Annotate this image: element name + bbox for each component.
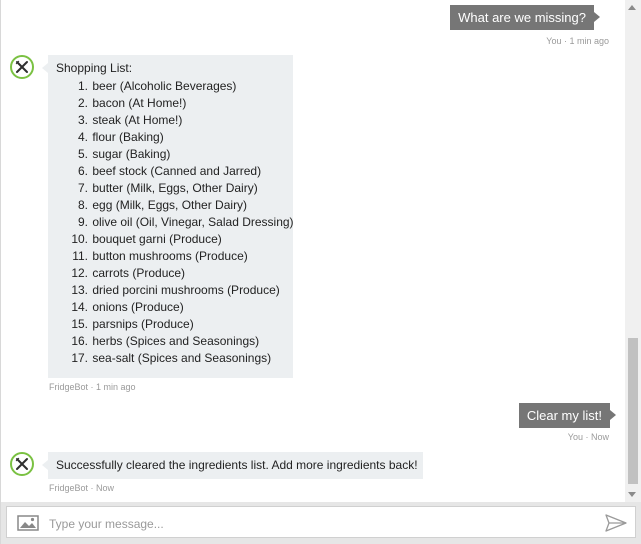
fork-knife-icon — [15, 60, 28, 73]
bot-message-bubble: Shopping List: 1. beer (Alcoholic Bevera… — [42, 55, 294, 378]
list-item: 8. egg (Milk, Eggs, Other Dairy) — [77, 198, 248, 212]
message-meta: FridgeBot · Now — [49, 483, 115, 493]
vertical-scrollbar[interactable] — [625, 0, 641, 502]
list-item: 9. olive oil (Oil, Vinegar, Salad Dressi… — [77, 215, 294, 229]
list-item: 6. beef stock (Canned and Jarred) — [77, 164, 262, 178]
message-meta: You · Now — [567, 432, 609, 442]
list-item: 13. dried porcini mushrooms (Produce) — [71, 283, 280, 297]
chat-window: What are we missing? You · 1 min ago Sho… — [0, 0, 641, 544]
fridgebot-avatar — [10, 55, 34, 79]
message-history[interactable]: What are we missing? You · 1 min ago Sho… — [1, 0, 625, 502]
list-item: 12. carrots (Produce) — [71, 266, 186, 280]
fork-knife-icon — [15, 457, 28, 470]
scroll-thumb[interactable] — [628, 338, 638, 484]
user-message-bubble: What are we missing? — [450, 5, 600, 30]
image-icon[interactable] — [17, 515, 39, 531]
shopping-list-title: Shopping List: — [56, 61, 133, 75]
list-item: 16. herbs (Spices and Seasonings) — [71, 334, 260, 348]
list-item: 4. flour (Baking) — [77, 130, 164, 144]
list-item: 10. bouquet garni (Produce) — [71, 232, 222, 246]
list-item: 14. onions (Produce) — [71, 300, 184, 314]
list-item: 15. parsnips (Produce) — [71, 317, 194, 331]
shopping-list: 1. beer (Alcoholic Beverages) 2. bacon (… — [56, 78, 294, 367]
scroll-up-icon[interactable] — [628, 5, 636, 10]
fridgebot-avatar — [10, 452, 34, 476]
list-item: 11. button mushrooms (Produce) — [72, 249, 248, 263]
list-item: 7. butter (Milk, Eggs, Other Dairy) — [77, 181, 258, 195]
message-meta: FridgeBot · 1 min ago — [49, 382, 136, 392]
list-item: 17. sea-salt (Spices and Seasonings) — [71, 351, 272, 365]
list-item: 1. beer (Alcoholic Beverages) — [77, 79, 237, 93]
list-item: 3. steak (At Home!) — [77, 113, 183, 127]
scroll-down-icon[interactable] — [628, 492, 636, 497]
bot-message-bubble: Successfully cleared the ingredients lis… — [42, 452, 423, 479]
user-message-bubble: Clear my list! — [518, 403, 617, 428]
message-composer — [6, 506, 636, 538]
list-item: 5. sugar (Baking) — [77, 147, 171, 161]
message-input[interactable] — [47, 512, 591, 536]
message-meta: You · 1 min ago — [546, 36, 609, 46]
list-item: 2. bacon (At Home!) — [77, 96, 187, 110]
send-icon[interactable] — [605, 514, 627, 532]
